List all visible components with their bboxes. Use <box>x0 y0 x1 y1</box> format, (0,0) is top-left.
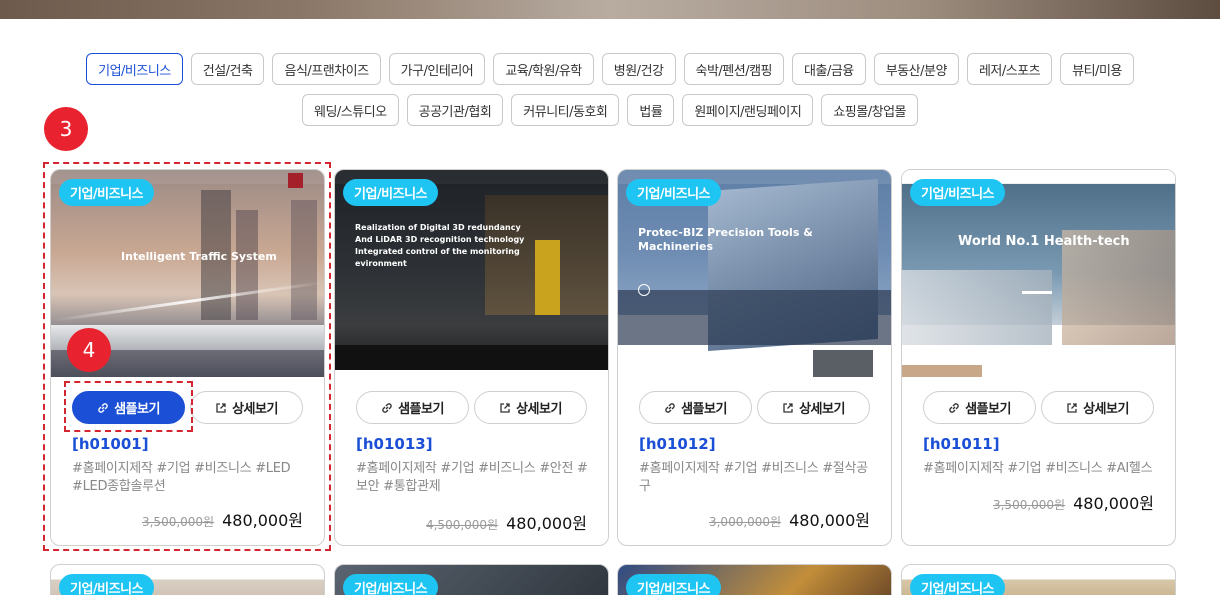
sample-view-label: 샘플보기 <box>681 402 727 417</box>
external-link-icon <box>500 402 510 413</box>
product-code[interactable]: [h01011] <box>923 435 1000 453</box>
sample-view-button[interactable]: 샘플보기 <box>639 391 752 424</box>
category-badge: 기업/비즈니스 <box>59 179 155 206</box>
category-chip-wedding[interactable]: 웨딩/스튜디오 <box>302 94 399 126</box>
sale-price: 480,000원 <box>506 514 587 533</box>
hero-text: World No.1 Health-tech <box>958 234 1130 249</box>
category-badge: 기업/비즈니스 <box>910 179 1006 206</box>
product-tags: #홈페이지제작 #기업 #비즈니스 #AI헬스 <box>923 461 1153 476</box>
step-marker-3: 3 <box>44 107 88 151</box>
sale-price: 480,000원 <box>789 511 870 530</box>
product-card[interactable]: 기업/비즈니스 <box>50 564 325 595</box>
category-chip-shoppingmall[interactable]: 쇼핑몰/창업몰 <box>821 94 918 126</box>
hero-text: Protec-BIZ Precision Tools & Machineries <box>638 226 813 253</box>
category-filter-row-2: 웨딩/스튜디오 공공기관/협회 커뮤니티/동호회 법률 원페이지/랜딩페이지 쇼… <box>0 94 1220 126</box>
category-badge: 기업/비즈니스 <box>626 179 722 206</box>
top-banner-image <box>0 0 1220 19</box>
product-card[interactable]: Realization of Digital 3D redundancy And… <box>334 169 609 546</box>
detail-view-button[interactable]: 상세보기 <box>474 391 587 424</box>
highlight-button-outline <box>64 381 193 432</box>
category-chip-hospital[interactable]: 병원/건강 <box>601 53 676 85</box>
product-tags: #홈페이지제작 #기업 #비즈니스 #절삭공구 <box>639 461 868 494</box>
detail-view-button[interactable]: 상세보기 <box>1041 391 1154 424</box>
category-badge: 기업/비즈니스 <box>910 574 1006 595</box>
category-chip-beauty[interactable]: 뷰티/미용 <box>1060 53 1134 85</box>
category-badge: 기업/비즈니스 <box>59 574 155 595</box>
detail-view-label: 상세보기 <box>799 402 845 417</box>
sale-price: 480,000원 <box>1073 494 1154 513</box>
link-icon <box>382 402 392 413</box>
category-chip-business[interactable]: 기업/비즈니스 <box>86 53 183 85</box>
original-price: 3,000,000원 <box>708 515 782 529</box>
category-chip-construction[interactable]: 건설/건축 <box>190 53 265 85</box>
category-chip-onepage[interactable]: 원페이지/랜딩페이지 <box>682 94 814 126</box>
category-chip-community[interactable]: 커뮤니티/동호회 <box>511 94 620 126</box>
original-price: 4,500,000원 <box>425 518 499 532</box>
category-chip-furniture[interactable]: 가구/인테리어 <box>388 53 486 85</box>
price-row: 3,000,000원 480,000원 <box>709 507 870 531</box>
category-chip-lodging[interactable]: 숙박/펜션/캠핑 <box>683 53 785 85</box>
category-chip-finance[interactable]: 대출/금융 <box>792 53 866 85</box>
category-badge: 기업/비즈니스 <box>626 574 722 595</box>
product-tags: #홈페이지제작 #기업 #비즈니스 #안전 #보안 #통합관제 <box>356 461 588 494</box>
sample-view-label: 샘플보기 <box>398 402 444 417</box>
price-row: 3,500,000원 480,000원 <box>993 490 1154 514</box>
product-code[interactable]: [h01012] <box>639 435 716 453</box>
step-marker-4: 4 <box>67 328 111 372</box>
product-card[interactable]: 기업/비즈니스 <box>334 564 609 595</box>
detail-view-label: 상세보기 <box>516 402 562 417</box>
product-card[interactable]: 기업/비즈니스 <box>617 564 892 595</box>
category-filter-row-1: 기업/비즈니스 건설/건축 음식/프랜차이즈 가구/인테리어 교육/학원/유학 … <box>0 53 1220 85</box>
category-chip-realestate[interactable]: 부동산/분양 <box>873 53 959 85</box>
product-code[interactable]: [h01013] <box>356 435 433 453</box>
category-chip-food[interactable]: 음식/프랜차이즈 <box>272 53 381 85</box>
original-price: 3,500,000원 <box>992 498 1066 512</box>
product-card[interactable]: World No.1 Health-tech 기업/비즈니스 샘플보기 상세보기… <box>901 169 1176 546</box>
product-card[interactable]: 기업/비즈니스 <box>901 564 1176 595</box>
hero-text: Realization of Digital 3D redundancy And… <box>355 223 525 268</box>
external-link-icon <box>1067 402 1077 413</box>
category-badge: 기업/비즈니스 <box>343 179 439 206</box>
price-row: 4,500,000원 480,000원 <box>426 510 587 534</box>
detail-view-button[interactable]: 상세보기 <box>757 391 870 424</box>
product-card[interactable]: Protec-BIZ Precision Tools & Machineries… <box>617 169 892 546</box>
category-chip-public[interactable]: 공공기관/협회 <box>406 94 504 126</box>
link-icon <box>949 402 959 413</box>
sample-view-button[interactable]: 샘플보기 <box>923 391 1036 424</box>
category-chip-law[interactable]: 법률 <box>627 94 675 126</box>
external-link-icon <box>783 402 793 413</box>
category-chip-leisure[interactable]: 레저/스포츠 <box>966 53 1053 85</box>
category-chip-education[interactable]: 교육/학원/유학 <box>493 53 594 85</box>
category-badge: 기업/비즈니스 <box>343 574 439 595</box>
detail-view-label: 상세보기 <box>1083 402 1129 417</box>
link-icon <box>665 402 675 413</box>
sample-view-label: 샘플보기 <box>965 402 1011 417</box>
sample-view-button[interactable]: 샘플보기 <box>356 391 469 424</box>
